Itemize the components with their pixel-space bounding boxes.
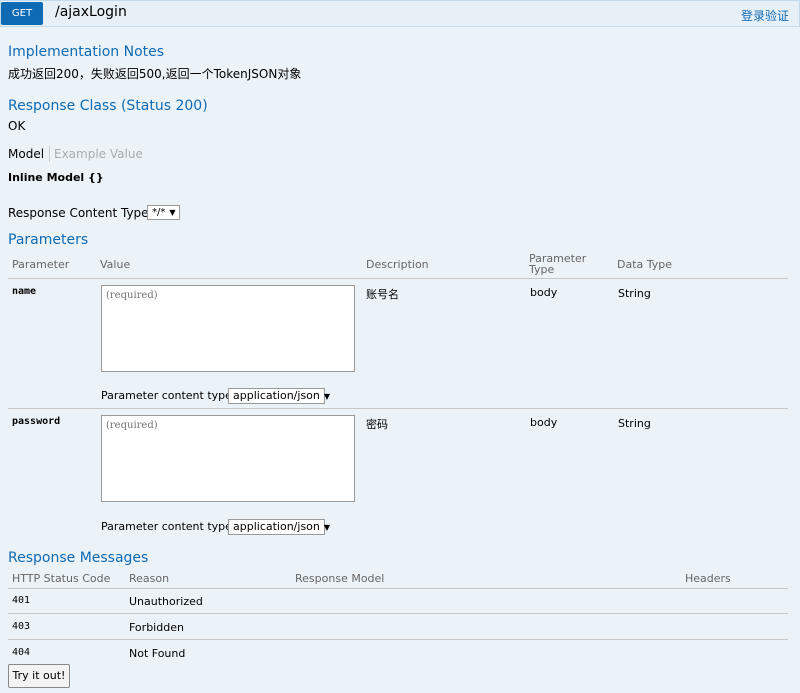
status-reason: Forbidden: [129, 621, 184, 634]
resp-header-headers: Headers: [685, 572, 731, 585]
resp-header-reason: Reason: [129, 572, 170, 585]
param-content-type-label: Parameter content type:: [101, 520, 236, 533]
response-messages-title: Response Messages: [8, 550, 149, 566]
tab-divider: [49, 146, 50, 162]
status-reason: Unauthorized: [129, 595, 203, 608]
param-row-divider: [8, 408, 788, 409]
table-row-divider: [8, 613, 788, 614]
resp-header-divider: [8, 588, 788, 589]
param-type: body: [530, 416, 558, 429]
dropdown-arrow-icon: ▼: [323, 392, 331, 401]
password-input[interactable]: [101, 415, 355, 502]
dropdown-arrow-icon: ▼: [323, 523, 331, 532]
operation-header[interactable]: GET /ajaxLogin 登录验证: [0, 0, 800, 27]
tab-example-value[interactable]: Example Value: [54, 147, 143, 161]
inline-model: Inline Model {}: [8, 171, 104, 184]
response-content-type-label: Response Content Type: [8, 206, 149, 220]
param-type: body: [530, 286, 558, 299]
implementation-notes-title: Implementation Notes: [8, 44, 165, 60]
response-class-title: Response Class (Status 200): [8, 98, 208, 114]
status-reason: Not Found: [129, 647, 186, 660]
try-it-out-button[interactable]: Try it out!: [8, 664, 70, 688]
table-row-divider: [8, 639, 788, 640]
param-header-description: Description: [366, 258, 429, 271]
param-content-type-select[interactable]: application/json ▼: [228, 519, 330, 535]
param-description: 密码: [366, 418, 388, 431]
param-header-type: Parameter Type: [529, 252, 587, 276]
resp-header-model: Response Model: [295, 572, 385, 585]
resp-header-status: HTTP Status Code: [12, 572, 111, 585]
tab-model[interactable]: Model: [8, 147, 44, 161]
param-name: name: [12, 286, 37, 297]
param-header-value: Value: [100, 258, 131, 271]
endpoint-path[interactable]: /ajaxLogin: [55, 4, 127, 20]
param-name: password: [12, 416, 61, 427]
http-method-badge[interactable]: GET: [1, 2, 43, 25]
parameters-title: Parameters: [8, 232, 89, 248]
implementation-notes-text: 成功返回200，失败返回500,返回一个TokenJSON对象: [8, 67, 302, 81]
param-header-data-type: Data Type: [617, 258, 673, 271]
status-code: 401: [12, 595, 31, 606]
param-data-type: String: [618, 417, 651, 430]
param-description: 账号名: [366, 288, 399, 301]
name-input[interactable]: [101, 285, 355, 372]
param-header-divider: [8, 278, 788, 279]
response-class-value: OK: [8, 119, 26, 133]
param-data-type: String: [618, 287, 651, 300]
auth-link[interactable]: 登录验证: [741, 7, 789, 24]
dropdown-arrow-icon: ▼: [169, 208, 176, 217]
status-code: 404: [12, 647, 31, 658]
status-code: 403: [12, 621, 31, 632]
param-content-type-select[interactable]: application/json ▼: [228, 388, 330, 404]
response-content-type-select[interactable]: */* ▼: [147, 205, 180, 220]
param-header-parameter: Parameter: [12, 258, 70, 271]
param-content-type-label: Parameter content type:: [101, 389, 236, 402]
